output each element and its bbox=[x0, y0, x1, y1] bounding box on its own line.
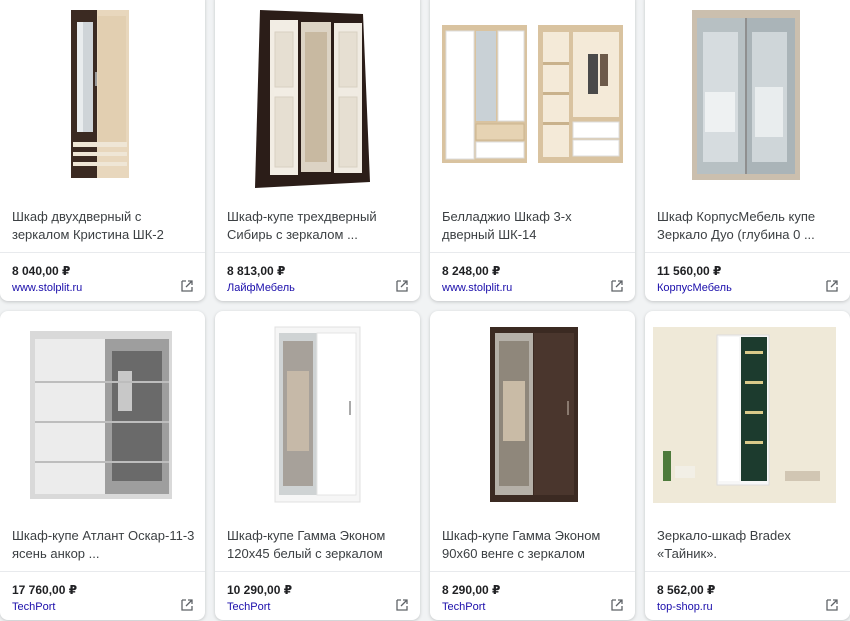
seller-link[interactable]: www.stolplit.ru bbox=[12, 282, 82, 294]
seller-link[interactable]: TechPort bbox=[442, 601, 485, 613]
product-image[interactable] bbox=[645, 311, 850, 507]
product-card[interactable]: Белладжио Шкаф 3-х дверный ШК-14 8 248,0… bbox=[430, 0, 635, 301]
product-price: 8 562,00 ₽ bbox=[657, 583, 716, 597]
product-card[interactable]: Шкаф КорпусМебель купе Зеркало Дуо (глуб… bbox=[645, 0, 850, 301]
external-link-icon[interactable] bbox=[396, 599, 408, 611]
product-card[interactable]: Шкаф-купе Гамма Эконом 90х60 венге с зер… bbox=[430, 311, 635, 620]
seller-link[interactable]: КорпусМебель bbox=[657, 282, 732, 294]
product-title[interactable]: Шкаф-купе трехдверный Сибирь с зеркалом … bbox=[227, 208, 412, 244]
external-link-icon[interactable] bbox=[181, 280, 193, 292]
divider bbox=[645, 571, 850, 572]
divider bbox=[430, 571, 635, 572]
product-title[interactable]: Шкаф-купе Гамма Эконом 120х45 белый с зе… bbox=[227, 527, 412, 563]
product-card[interactable]: Шкаф двухдверный с зеркалом Кристина ШК-… bbox=[0, 0, 205, 301]
product-title[interactable]: Белладжио Шкаф 3-х дверный ШК-14 bbox=[442, 208, 627, 244]
product-price: 8 290,00 ₽ bbox=[442, 583, 501, 597]
divider bbox=[215, 571, 420, 572]
product-card[interactable]: Шкаф-купе Гамма Эконом 120х45 белый с зе… bbox=[215, 311, 420, 620]
product-card[interactable]: Шкаф-купе трехдверный Сибирь с зеркалом … bbox=[215, 0, 420, 301]
product-image[interactable] bbox=[0, 311, 205, 507]
product-price: 11 560,00 ₽ bbox=[657, 264, 722, 278]
product-image[interactable] bbox=[645, 0, 850, 188]
product-title[interactable]: Шкаф двухдверный с зеркалом Кристина ШК-… bbox=[12, 208, 197, 244]
external-link-icon[interactable] bbox=[611, 280, 623, 292]
seller-link[interactable]: TechPort bbox=[227, 601, 270, 613]
divider bbox=[0, 571, 205, 572]
external-link-icon[interactable] bbox=[181, 599, 193, 611]
product-title[interactable]: Шкаф-купе Атлант Оскар-11-3 ясень анкор … bbox=[12, 527, 197, 563]
product-title[interactable]: Зеркало-шкаф Bradex «Тайник». bbox=[657, 527, 842, 563]
external-link-icon[interactable] bbox=[826, 280, 838, 292]
external-link-icon[interactable] bbox=[611, 599, 623, 611]
divider bbox=[0, 252, 205, 253]
product-price: 17 760,00 ₽ bbox=[12, 583, 78, 597]
seller-link[interactable]: www.stolplit.ru bbox=[442, 282, 512, 294]
product-price: 10 290,00 ₽ bbox=[227, 583, 293, 597]
product-price: 8 040,00 ₽ bbox=[12, 264, 71, 278]
product-card[interactable]: Зеркало-шкаф Bradex «Тайник». 8 562,00 ₽… bbox=[645, 311, 850, 620]
product-image[interactable] bbox=[0, 0, 205, 188]
seller-link[interactable]: top-shop.ru bbox=[657, 601, 713, 613]
product-price: 8 248,00 ₽ bbox=[442, 264, 501, 278]
product-image[interactable] bbox=[215, 0, 420, 188]
product-price: 8 813,00 ₽ bbox=[227, 264, 286, 278]
seller-link[interactable]: TechPort bbox=[12, 601, 55, 613]
product-image[interactable] bbox=[215, 311, 420, 507]
product-title[interactable]: Шкаф-купе Гамма Эконом 90х60 венге с зер… bbox=[442, 527, 627, 563]
seller-link[interactable]: ЛайфМебель bbox=[227, 282, 295, 294]
product-title[interactable]: Шкаф КорпусМебель купе Зеркало Дуо (глуб… bbox=[657, 208, 842, 244]
product-image[interactable] bbox=[430, 311, 635, 507]
divider bbox=[645, 252, 850, 253]
product-card[interactable]: Шкаф-купе Атлант Оскар-11-3 ясень анкор … bbox=[0, 311, 205, 620]
product-image[interactable] bbox=[430, 0, 635, 188]
external-link-icon[interactable] bbox=[826, 599, 838, 611]
external-link-icon[interactable] bbox=[396, 280, 408, 292]
divider bbox=[215, 252, 420, 253]
divider bbox=[430, 252, 635, 253]
